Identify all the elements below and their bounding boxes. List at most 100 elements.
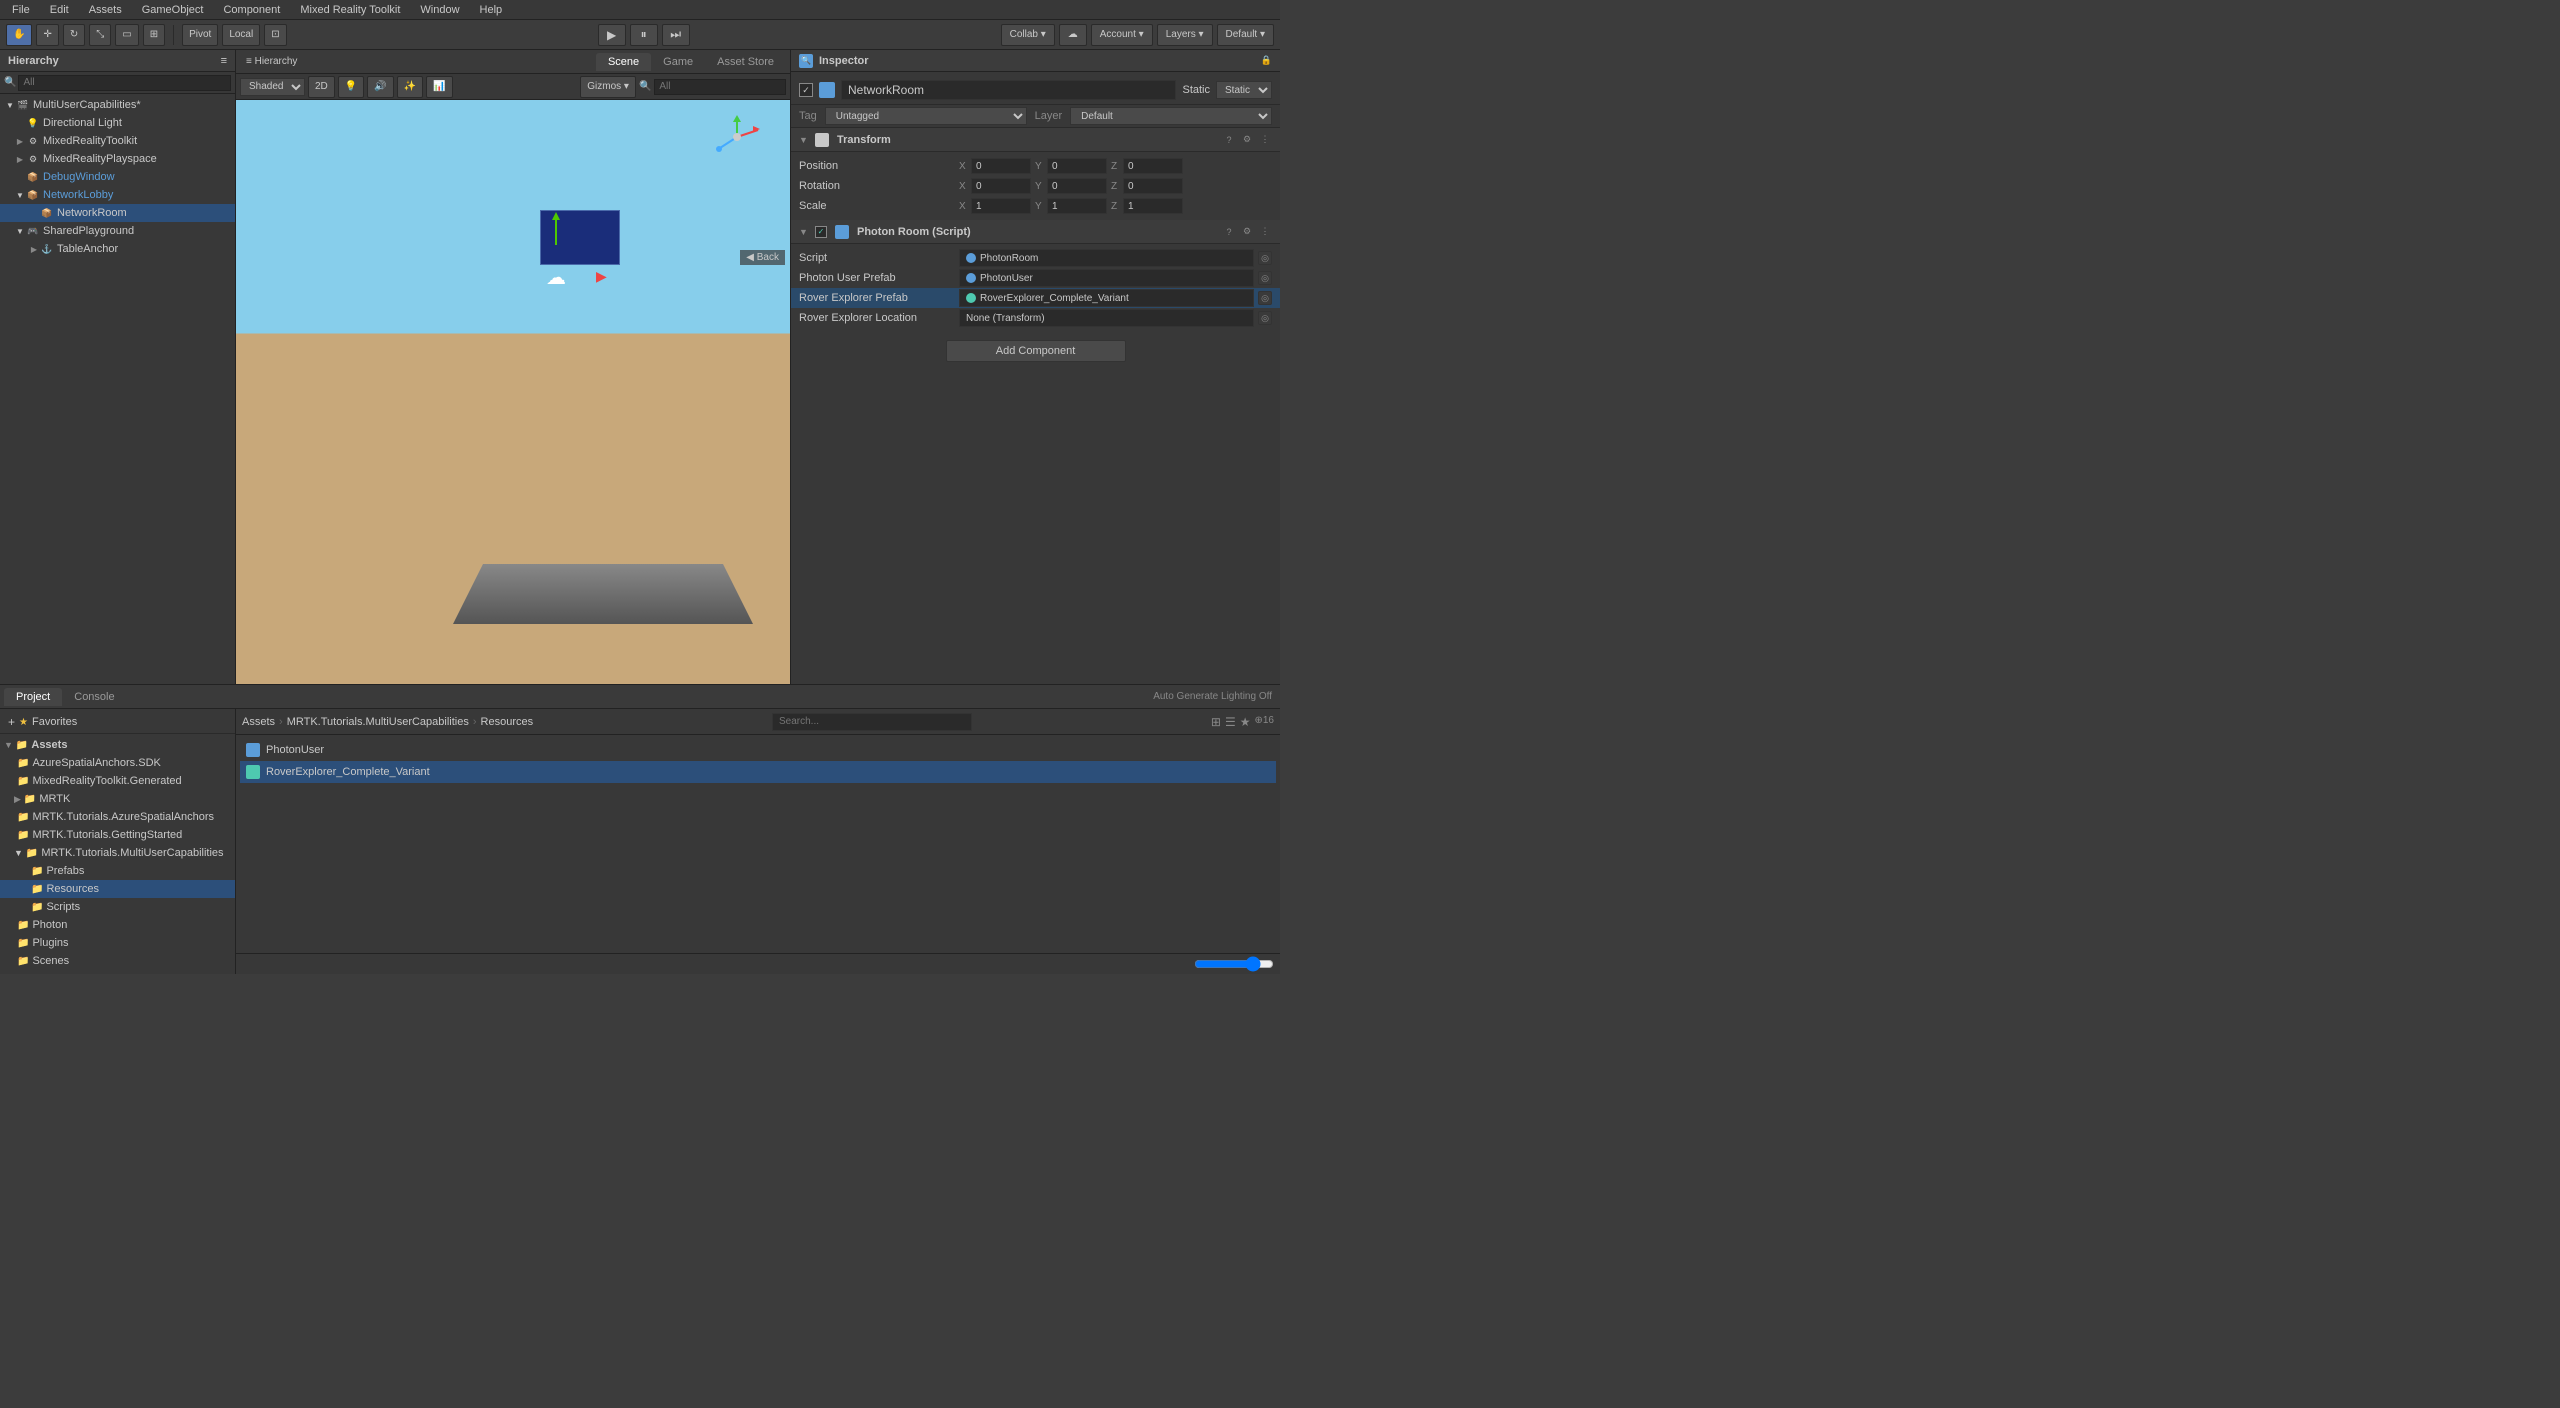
tool-multi[interactable]: ⊞	[143, 24, 165, 46]
pos-z-input[interactable]	[1123, 158, 1183, 174]
menu-window[interactable]: Window	[416, 4, 463, 16]
star-filter-btn[interactable]: ★	[1240, 715, 1251, 729]
scene-search[interactable]	[654, 79, 786, 95]
scale-x-input[interactable]	[971, 198, 1031, 214]
tab-scene[interactable]: Scene	[596, 53, 651, 71]
scene-gizmo[interactable]	[710, 110, 765, 165]
tab-console[interactable]: Console	[62, 688, 126, 706]
gizmos-btn[interactable]: Gizmos ▾	[580, 76, 636, 98]
folder-resources[interactable]: 📁 Resources	[0, 880, 235, 898]
assets-root[interactable]: ▼ 📁 Assets	[0, 736, 235, 754]
bottom-search-input[interactable]	[772, 713, 972, 731]
photon-user-ref-btn[interactable]: ◎	[1258, 271, 1272, 285]
pos-x-input[interactable]	[971, 158, 1031, 174]
rover-location-ref-box[interactable]: None (Transform)	[959, 309, 1254, 327]
grid-view-btn[interactable]: ⊞	[1211, 715, 1221, 729]
obj-enabled-checkbox[interactable]: ✓	[799, 83, 813, 97]
tree-item-anchor[interactable]: ▶ ⚓ TableAnchor	[0, 240, 235, 258]
folder-mrtk-start[interactable]: 📁 MRTK.Tutorials.GettingStarted	[0, 826, 235, 844]
tool-rotate[interactable]: ↻	[63, 24, 85, 46]
scale-z-input[interactable]	[1123, 198, 1183, 214]
layers-btn[interactable]: Layers ▾	[1157, 24, 1213, 46]
tree-item-playspace[interactable]: ▶ ⚙ MixedRealityPlayspace	[0, 150, 235, 168]
menu-edit[interactable]: Edit	[46, 4, 73, 16]
hierarchy-menu-icon[interactable]: ≡	[221, 55, 227, 67]
tree-item-mrtk[interactable]: ▶ ⚙ MixedRealityToolkit	[0, 132, 235, 150]
breadcrumb-assets[interactable]: Assets	[242, 716, 275, 728]
tool-hand[interactable]: ✋	[6, 24, 32, 46]
rover-prefab-ref-box[interactable]: RoverExplorer_Complete_Variant	[959, 289, 1254, 307]
fx-btn[interactable]: ✨	[397, 76, 423, 98]
folder-prefabs[interactable]: 📁 Prefabs	[0, 862, 235, 880]
script-ref-btn[interactable]: ◎	[1258, 251, 1272, 265]
tree-item-netroom[interactable]: 📦 NetworkRoom	[0, 204, 235, 222]
file-photonuser[interactable]: PhotonUser	[240, 739, 1276, 761]
obj-name-input[interactable]	[841, 80, 1176, 100]
default-btn[interactable]: Default ▾	[1217, 24, 1274, 46]
transform-arrow[interactable]: ▼	[799, 135, 811, 145]
shading-dropdown[interactable]: Shaded	[240, 78, 305, 96]
folder-mrtk-gen[interactable]: 📁 MixedRealityToolkit.Generated	[0, 772, 235, 790]
photon-user-ref-box[interactable]: PhotonUser	[959, 269, 1254, 287]
tab-assetstore[interactable]: Asset Store	[705, 53, 786, 71]
folder-azure[interactable]: 📁 AzureSpatialAnchors.SDK	[0, 754, 235, 772]
play-btn[interactable]: ▶	[598, 24, 626, 46]
menu-mrtk[interactable]: Mixed Reality Toolkit	[296, 4, 404, 16]
menu-file[interactable]: File	[8, 4, 34, 16]
zoom-slider[interactable]	[1194, 956, 1274, 972]
tag-dropdown[interactable]: Untagged	[825, 107, 1027, 125]
add-btn[interactable]: +	[8, 715, 15, 729]
transform-more-btn[interactable]: ⋮	[1258, 133, 1272, 147]
folder-mrtk-azure[interactable]: 📁 MRTK.Tutorials.AzureSpatialAnchors	[0, 808, 235, 826]
pivot-btn[interactable]: Pivot	[182, 24, 218, 46]
account-btn[interactable]: Account ▾	[1091, 24, 1153, 46]
rover-location-ref-btn[interactable]: ◎	[1258, 311, 1272, 325]
menu-help[interactable]: Help	[476, 4, 507, 16]
extra-tool[interactable]: ⊡	[264, 24, 286, 46]
menu-assets[interactable]: Assets	[85, 4, 126, 16]
menu-component[interactable]: Component	[219, 4, 284, 16]
tree-item-dirlight[interactable]: 💡 Directional Light	[0, 114, 235, 132]
scene-stats-btn[interactable]: 📊	[426, 76, 452, 98]
tree-item-multiuser[interactable]: ▼ 🎬 MultiUserCapabilities*	[0, 96, 235, 114]
photon-help-btn[interactable]: ?	[1222, 225, 1236, 239]
scene-view[interactable]: ☁ ▶	[236, 100, 790, 684]
audio-btn[interactable]: 🔊	[367, 76, 393, 98]
lighting-btn[interactable]: 💡	[338, 76, 364, 98]
folder-tmp[interactable]: 📁 TextMesh Pro	[0, 970, 235, 974]
photon-settings-btn[interactable]: ⚙	[1240, 225, 1254, 239]
cloud-btn[interactable]: ☁	[1059, 24, 1087, 46]
transform-help-btn[interactable]: ?	[1222, 133, 1236, 147]
add-component-btn[interactable]: Add Component	[946, 340, 1126, 362]
folder-scripts[interactable]: 📁 Scripts	[0, 898, 235, 916]
tab-game[interactable]: Game	[651, 53, 705, 71]
list-view-btn[interactable]: ☰	[1225, 715, 1236, 729]
breadcrumb-resources[interactable]: Resources	[481, 716, 534, 728]
tool-rect[interactable]: ▭	[115, 24, 138, 46]
script-ref-box[interactable]: PhotonRoom	[959, 249, 1254, 267]
mode-2d-btn[interactable]: 2D	[308, 76, 335, 98]
pos-y-input[interactable]	[1047, 158, 1107, 174]
step-btn[interactable]: ⏭	[662, 24, 690, 46]
tool-scale[interactable]: ⤡	[89, 24, 111, 46]
inspector-lock-btn[interactable]: 🔒	[1261, 55, 1272, 66]
scene-back-btn[interactable]: ◀ Back	[740, 250, 785, 265]
favorites-star[interactable]: ★	[19, 717, 28, 728]
layer-dropdown[interactable]: Default	[1070, 107, 1272, 125]
photon-arrow[interactable]: ▼	[799, 227, 811, 237]
transform-settings-btn[interactable]: ⚙	[1240, 133, 1254, 147]
collab-btn[interactable]: Collab ▾	[1001, 24, 1055, 46]
folder-photon[interactable]: 📁 Photon	[0, 916, 235, 934]
rot-y-input[interactable]	[1047, 178, 1107, 194]
rot-x-input[interactable]	[971, 178, 1031, 194]
tree-item-shared[interactable]: ▼ 🎮 SharedPlayground	[0, 222, 235, 240]
tool-move[interactable]: ✛	[36, 24, 58, 46]
rover-prefab-ref-btn[interactable]: ◎	[1258, 291, 1272, 305]
scale-y-input[interactable]	[1047, 198, 1107, 214]
photon-toggle[interactable]: ✓	[815, 226, 827, 238]
folder-plugins[interactable]: 📁 Plugins	[0, 934, 235, 952]
tab-hierarchy-scene[interactable]: ≡ Hierarchy	[240, 54, 303, 69]
file-roverexplorer[interactable]: RoverExplorer_Complete_Variant	[240, 761, 1276, 783]
photon-more-btn[interactable]: ⋮	[1258, 225, 1272, 239]
folder-mrtk-multi[interactable]: ▼ 📁 MRTK.Tutorials.MultiUserCapabilities	[0, 844, 235, 862]
